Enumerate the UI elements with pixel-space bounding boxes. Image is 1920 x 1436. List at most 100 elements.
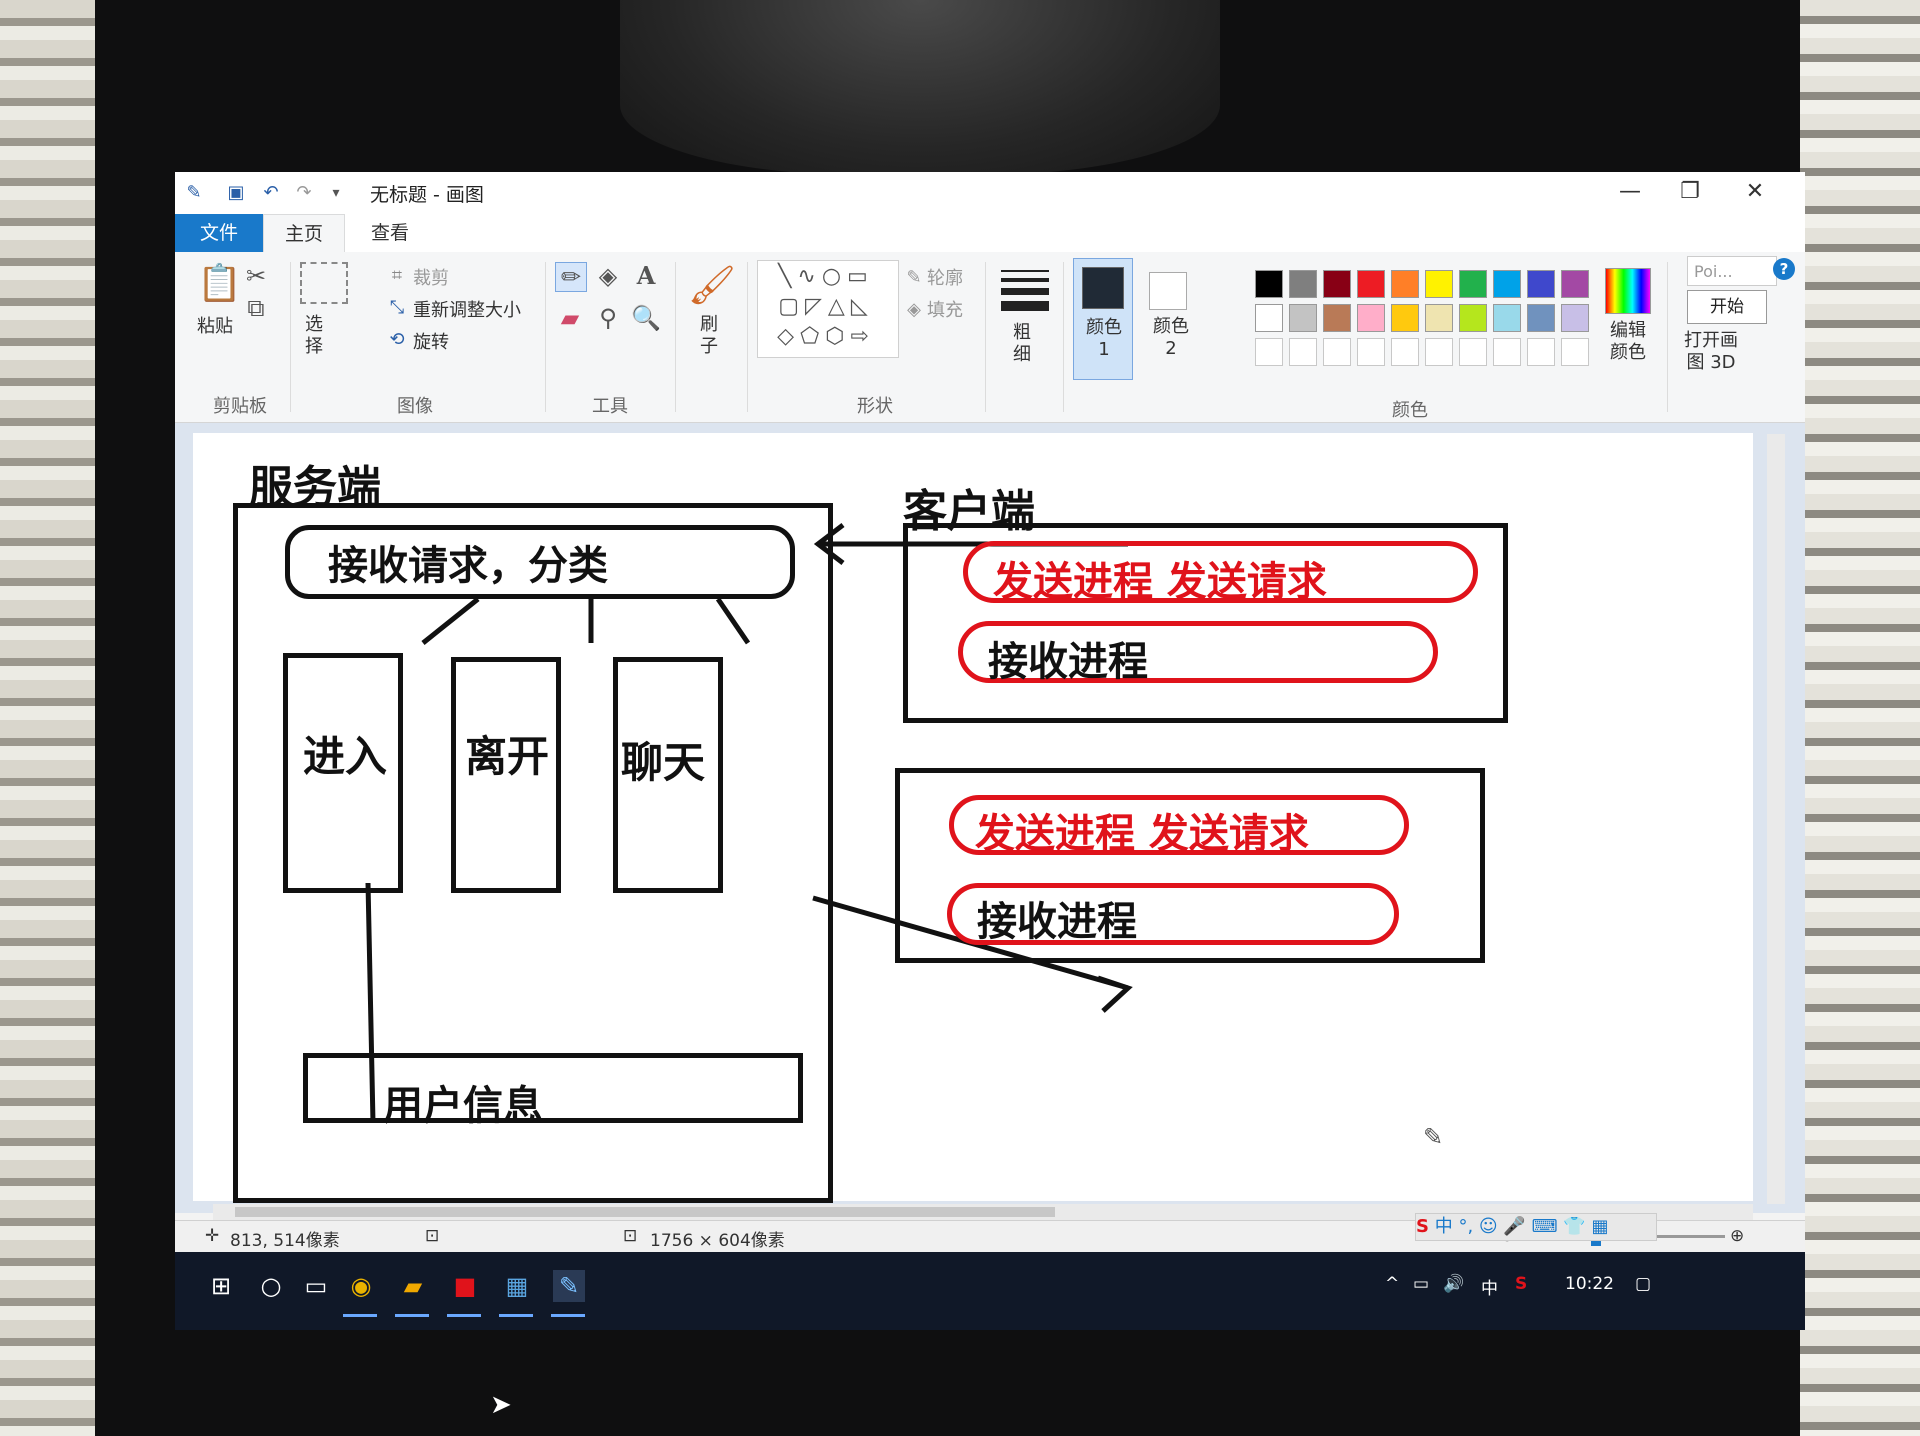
color2-button[interactable]: 颜色 2 <box>1141 258 1199 378</box>
task-view-icon[interactable]: ▭ <box>300 1270 332 1302</box>
palette-color-swatch[interactable] <box>1323 270 1351 298</box>
file-explorer-icon[interactable]: ▰ <box>397 1270 429 1302</box>
palette-color-swatch[interactable] <box>1391 270 1419 298</box>
palette-color-swatch[interactable] <box>1323 304 1351 332</box>
chrome-icon[interactable]: ◉ <box>345 1270 377 1302</box>
ime-voice-icon[interactable]: 🎤 <box>1503 1216 1525 1237</box>
sogou-tray-icon[interactable]: S <box>1515 1274 1527 1294</box>
paint-taskbar-icon[interactable]: ✎ <box>553 1270 585 1302</box>
palette-color-swatch[interactable] <box>1391 304 1419 332</box>
palette-color-swatch[interactable] <box>1357 270 1385 298</box>
fill-tool-icon[interactable]: ◈ <box>593 262 623 290</box>
tab-view[interactable]: 查看 <box>350 214 430 252</box>
search-icon[interactable]: ○ <box>255 1270 287 1302</box>
ime-skin-icon[interactable]: 👕 <box>1563 1216 1585 1237</box>
recorder-app-icon[interactable]: ■ <box>449 1270 481 1302</box>
color-picker-icon[interactable]: ⚲ <box>593 304 623 332</box>
palette-color-swatch[interactable] <box>1289 270 1317 298</box>
ime-indicator[interactable]: 中 <box>1481 1274 1498 1299</box>
color2-swatch[interactable] <box>1149 272 1187 310</box>
fill-icon[interactable]: ◈ <box>903 296 925 324</box>
text-tool-icon[interactable]: A <box>631 262 661 290</box>
rotate-icon[interactable]: ⟲ <box>385 326 409 354</box>
close-button[interactable]: ✕ <box>1735 176 1775 208</box>
action-center-icon[interactable]: ▢ <box>1635 1274 1651 1294</box>
custom-color-slot[interactable] <box>1459 338 1487 366</box>
palette-color-swatch[interactable] <box>1357 304 1385 332</box>
shapes-gallery[interactable]: ╲∿○▭ ▢◸△◺ ◇⬠⬡⇨ <box>757 260 899 358</box>
eraser-tool-icon[interactable]: ▰ <box>555 304 585 332</box>
undo-icon[interactable]: ↶ <box>260 182 282 204</box>
sogou-ime-icon[interactable]: S <box>1416 1216 1429 1237</box>
brush-icon[interactable]: 🖌 <box>687 260 737 310</box>
copy-icon[interactable]: ⧉ <box>243 294 269 322</box>
custom-color-slot[interactable] <box>1527 338 1555 366</box>
pencil-tool-icon[interactable]: ✏ <box>555 262 587 292</box>
custom-color-slot[interactable] <box>1289 338 1317 366</box>
palette-color-swatch[interactable] <box>1459 304 1487 332</box>
palette-color-swatch[interactable] <box>1459 270 1487 298</box>
paste-label[interactable]: 粘贴 <box>197 312 233 338</box>
ime-keyboard-icon[interactable]: ⌨ <box>1532 1216 1558 1237</box>
open-paint3d-label[interactable]: 打开画图 3D <box>1683 330 1739 374</box>
drawing-canvas[interactable]: 服务端 接收请求，分类 进入 离开 聊天 用户信息 客户端 发送进程 发送请求 … <box>193 433 1753 1203</box>
color1-label[interactable]: 颜色 1 <box>1080 317 1128 361</box>
custom-color-slot[interactable] <box>1323 338 1351 366</box>
image-app-icon[interactable]: ▦ <box>501 1270 533 1302</box>
palette-color-swatch[interactable] <box>1289 304 1317 332</box>
volume-icon[interactable]: 🔊 <box>1443 1274 1464 1294</box>
paste-icon[interactable]: 📋 <box>197 262 242 306</box>
edit-colors-label[interactable]: 编辑颜色 <box>1603 320 1653 364</box>
crop-label[interactable]: 裁剪 <box>413 264 449 290</box>
shapes-row2-icon[interactable]: ▢◸△◺ <box>762 293 890 321</box>
custom-color-slot[interactable] <box>1255 338 1283 366</box>
vertical-scrollbar[interactable] <box>1767 434 1785 1204</box>
shapes-row1-icon[interactable]: ╲∿○▭ <box>762 263 890 291</box>
paint3d-start-button[interactable]: 开始 <box>1687 290 1767 324</box>
network-icon[interactable]: ▭ <box>1413 1274 1429 1294</box>
fill-label[interactable]: 填充 <box>927 296 963 322</box>
select-icon[interactable] <box>300 262 348 304</box>
resize-icon[interactable]: ⤡ <box>385 294 409 322</box>
shapes-row3-icon[interactable]: ◇⬠⬡⇨ <box>762 323 890 351</box>
ime-toolbar[interactable]: S 中 °, ☺ 🎤 ⌨ 👕 ▦ <box>1415 1213 1657 1241</box>
custom-color-slot[interactable] <box>1493 338 1521 366</box>
horizontal-scroll-thumb[interactable] <box>235 1207 1055 1217</box>
custom-color-slot[interactable] <box>1357 338 1385 366</box>
outline-icon[interactable]: ✎ <box>903 264 925 292</box>
customize-qat-icon[interactable]: ▾ <box>325 182 347 204</box>
color1-button[interactable]: 颜色 1 <box>1073 258 1133 380</box>
palette-color-swatch[interactable] <box>1527 270 1555 298</box>
crop-icon[interactable]: ⌗ <box>385 262 409 290</box>
ime-punctuation-icon[interactable]: °, <box>1458 1216 1473 1237</box>
restore-button[interactable]: ❐ <box>1670 176 1710 208</box>
select-label[interactable]: 选择 <box>305 314 335 358</box>
palette-color-swatch[interactable] <box>1425 270 1453 298</box>
custom-color-slot[interactable] <box>1561 338 1589 366</box>
zoom-in-icon[interactable]: ⊕ <box>1730 1226 1744 1246</box>
help-icon[interactable]: ? <box>1773 258 1795 280</box>
save-icon[interactable]: ▣ <box>225 182 247 204</box>
start-menu-icon[interactable]: ⊞ <box>205 1270 237 1302</box>
custom-color-slot[interactable] <box>1425 338 1453 366</box>
color1-swatch[interactable] <box>1082 267 1124 309</box>
palette-color-swatch[interactable] <box>1425 304 1453 332</box>
palette-color-swatch[interactable] <box>1561 270 1589 298</box>
palette-color-swatch[interactable] <box>1493 304 1521 332</box>
redo-icon[interactable]: ↷ <box>293 182 315 204</box>
color2-label[interactable]: 颜色 2 <box>1147 316 1195 360</box>
size-label[interactable]: 粗细 <box>1013 322 1037 366</box>
size-icon[interactable] <box>1001 270 1049 311</box>
resize-label[interactable]: 重新调整大小 <box>413 296 521 322</box>
ime-mode-indicator[interactable]: 中 <box>1435 1216 1453 1237</box>
ime-emoji-icon[interactable]: ☺ <box>1479 1216 1498 1237</box>
palette-color-swatch[interactable] <box>1561 304 1589 332</box>
tab-home[interactable]: 主页 <box>263 214 345 253</box>
palette-color-swatch[interactable] <box>1493 270 1521 298</box>
custom-color-slot[interactable] <box>1391 338 1419 366</box>
palette-color-swatch[interactable] <box>1255 270 1283 298</box>
ime-toolbox-icon[interactable]: ▦ <box>1591 1216 1608 1237</box>
cut-icon[interactable]: ✂ <box>243 262 269 290</box>
outline-label[interactable]: 轮廓 <box>927 264 963 290</box>
edit-colors-icon[interactable] <box>1605 268 1651 314</box>
